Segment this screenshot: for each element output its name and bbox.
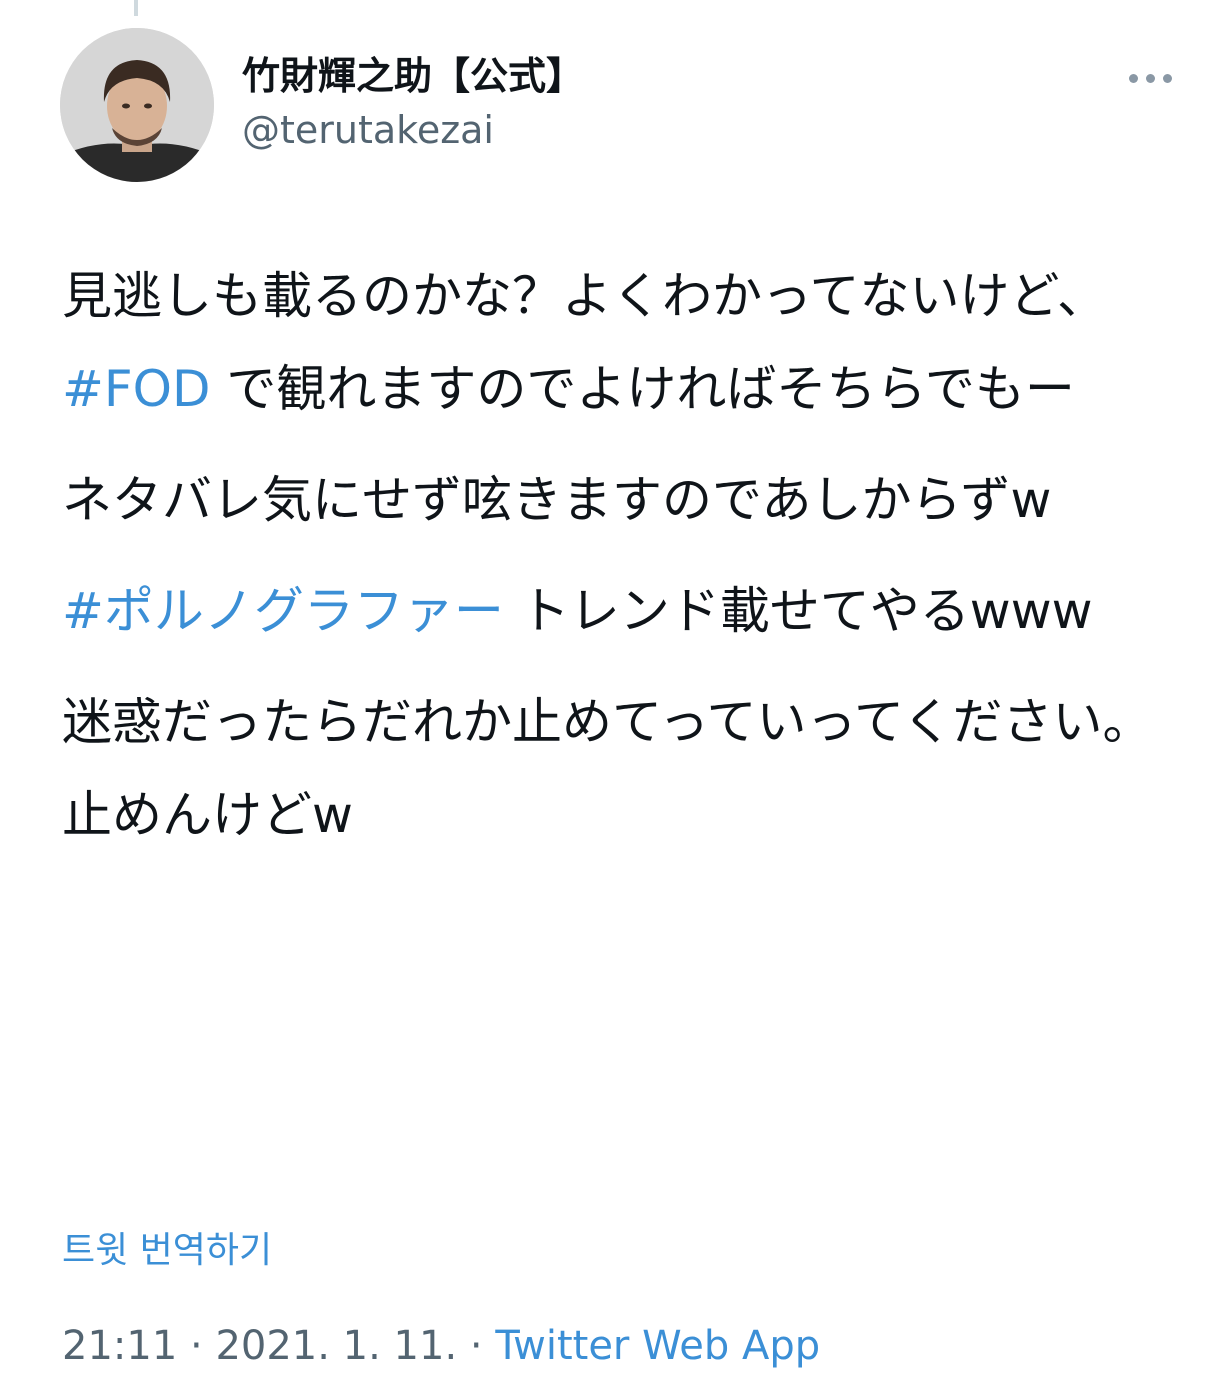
tweet-time[interactable]: 21:11: [62, 1323, 177, 1369]
thread-connector-line: [134, 0, 138, 16]
tweet-text: 見逃しも載るのかな？よくわかってないけど、 #FOD で観れますのでよければそちら…: [62, 250, 1172, 880]
tweet-text-segment: ネタバレ気にせず呟きますのであしからずw: [62, 471, 1052, 529]
more-horizontal-icon: [1162, 73, 1172, 83]
translate-tweet-link[interactable]: 트윗 번역하기: [62, 1228, 272, 1274]
meta-separator: ·: [177, 1323, 216, 1369]
hashtag-link[interactable]: #FOD: [62, 360, 211, 418]
tweet-meta: 21:11 · 2021. 1. 11. · Twitter Web App: [62, 1318, 820, 1374]
tweet-text-segment: 迷惑だったらだれか止めてっていってください。止めんけどw: [62, 693, 1153, 844]
more-horizontal-icon: [1145, 73, 1155, 83]
tweet-text-segment: トレンド載せてやるwww: [503, 582, 1093, 640]
tweet-paragraph: 迷惑だったらだれか止めてっていってください。止めんけどw: [62, 676, 1172, 862]
tweet-header: 竹財輝之助【公式】 @terutakezai: [60, 28, 1180, 184]
tweet-paragraph: 見逃しも載るのかな？よくわかってないけど、 #FOD で観れますのでよければそちら…: [62, 250, 1172, 436]
more-horizontal-icon: [1128, 73, 1138, 83]
tweet-date[interactable]: 2021. 1. 11.: [215, 1323, 457, 1369]
more-options-button[interactable]: [1120, 58, 1180, 98]
avatar[interactable]: [60, 28, 214, 182]
tweet-source-link[interactable]: Twitter Web App: [495, 1323, 820, 1369]
hashtag-link[interactable]: #ポルノグラファー: [62, 582, 504, 640]
tweet-paragraph: ネタバレ気にせず呟きますのであしからずw: [62, 454, 1172, 547]
tweet-text-segment: で観れますのでよければそちらでもー: [210, 360, 1075, 418]
user-handle[interactable]: @terutakezai: [242, 104, 584, 156]
tweet-text-segment: 見逃しも載るのかな？よくわかってないけど、: [62, 267, 1107, 325]
meta-separator: ·: [457, 1323, 496, 1369]
author-names: 竹財輝之助【公式】 @terutakezai: [242, 52, 584, 156]
tweet-paragraph: #ポルノグラファー トレンド載せてやるwww: [62, 565, 1172, 658]
display-name[interactable]: 竹財輝之助【公式】: [242, 52, 584, 100]
profile-photo: [60, 28, 214, 182]
